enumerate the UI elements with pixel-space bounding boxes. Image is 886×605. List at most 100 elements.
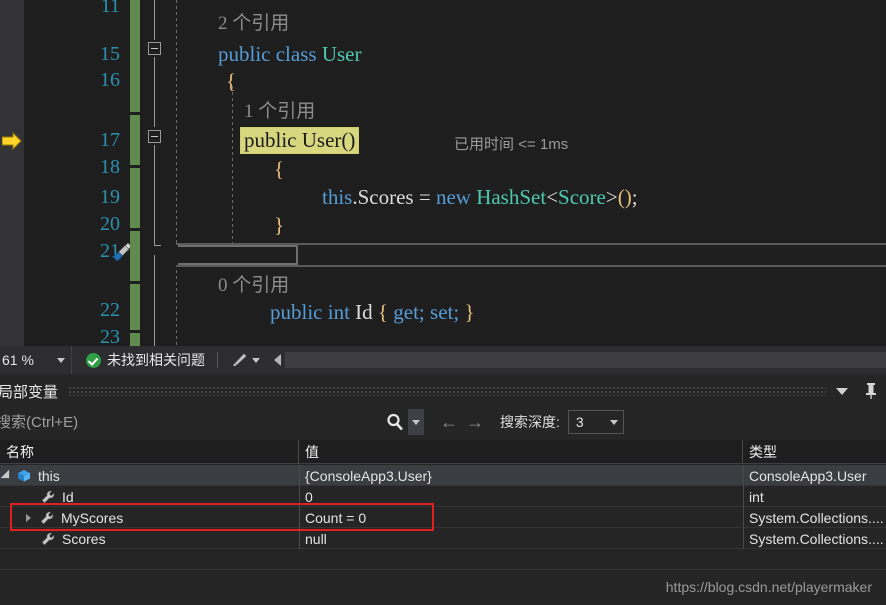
punct-gt: > [605, 185, 618, 209]
keyword-public-class: public class [218, 42, 322, 66]
member-scores: Scores [357, 185, 414, 209]
step-arrow-icon [2, 132, 22, 150]
zoom-level-control[interactable]: 61 % [0, 346, 72, 374]
codelens-reference-count[interactable]: 2 个引用 [218, 14, 289, 34]
code-line-ctor-open-brace: { [274, 157, 285, 181]
magnifier-icon[interactable] [382, 409, 408, 435]
locals-panel: 局部变量 ← → 搜索深度: [0, 374, 886, 605]
search-depth-combo[interactable]: 3 [567, 410, 624, 434]
status-separator [217, 352, 218, 368]
editor-status-bar: 61 % 未找到相关问题 [0, 346, 886, 374]
row-name-text: this [38, 467, 60, 484]
locals-panel-titlebar[interactable]: 局部变量 [0, 378, 886, 404]
scroll-left-arrow-icon[interactable] [274, 354, 281, 366]
outline-collapse-icon[interactable] [148, 42, 161, 55]
row-value-cell[interactable]: 0 [299, 486, 743, 507]
column-header-name[interactable]: 名称 [0, 440, 299, 464]
column-header-type[interactable]: 类型 [743, 440, 886, 464]
table-row-empty [0, 549, 886, 570]
row-name-cell[interactable]: Scores [0, 528, 299, 549]
row-name-text: MyScores [61, 509, 124, 526]
keyword-public: public [270, 300, 328, 324]
property-wrench-icon [41, 532, 55, 545]
row-type-cell: System.Collections.... [749, 509, 884, 526]
line-number: 16 [100, 69, 120, 91]
editor-change-bar [130, 0, 140, 346]
line-number: 23 [100, 326, 120, 346]
editor-indicator-margin[interactable] [0, 0, 24, 346]
type-name-user: User [321, 42, 362, 66]
column-header-value[interactable]: 值 [299, 440, 743, 464]
row-name-cell[interactable]: this [0, 465, 299, 486]
visual-studio-debug-screenshot: 11 15 16 17 18 19 20 21 22 23 2 个引用 publ… [0, 0, 886, 605]
member-id: Id [355, 300, 378, 324]
row-name-text: Scores [62, 530, 106, 547]
expander-collapsed-icon[interactable] [26, 513, 31, 522]
line-number: 22 [100, 299, 120, 321]
type-score: Score [558, 185, 606, 209]
punct-parens: () [617, 185, 632, 209]
locals-grid-header[interactable]: 名称 值 类型 [0, 440, 886, 464]
line-number: 18 [100, 156, 120, 178]
row-name-cell[interactable]: MyScores [0, 507, 299, 528]
keyword-int: int [327, 300, 356, 324]
code-line-property-id: public int Id { get; set; } [270, 301, 475, 323]
keyword-this: this [322, 185, 353, 209]
table-row[interactable]: Id 0 int [0, 486, 886, 507]
row-value-cell[interactable]: null [299, 528, 743, 549]
table-row[interactable]: MyScores Count = 0 System.Collections...… [0, 507, 886, 528]
line-number: 20 [100, 213, 120, 235]
highlighted-constructor-signature: public User() [240, 127, 360, 154]
punct-semicolon: ; [631, 185, 638, 209]
code-line-assignment: this.Scores = new HashSet<Score>(); [322, 186, 638, 208]
outline-collapse-icon[interactable] [148, 130, 161, 143]
chevron-down-icon[interactable] [252, 357, 260, 363]
type-hashset: HashSet [476, 185, 547, 209]
problem-status-text: 未找到相关问题 [107, 352, 205, 368]
brush-icon[interactable] [230, 352, 248, 368]
search-depth-label: 搜索深度: [500, 414, 560, 430]
object-cube-icon [18, 469, 30, 481]
table-row[interactable]: Scores null System.Collections.... [0, 528, 886, 549]
punct-lt: < [546, 185, 559, 209]
elapsed-time-adornment: 已用时间 <= 1ms [454, 136, 569, 153]
codelens-reference-count[interactable]: 0 个引用 [218, 276, 289, 296]
pin-icon[interactable] [864, 382, 878, 400]
chevron-down-icon [412, 419, 420, 425]
scrollbar-track[interactable] [285, 352, 886, 368]
table-row[interactable]: this {ConsoleApp3.User} ConsoleApp3.User [0, 465, 886, 486]
line-number: 15 [100, 43, 120, 65]
keyword-set: set; [424, 300, 460, 324]
search-depth-value: 3 [575, 414, 584, 430]
editor-text-area[interactable]: 2 个引用 public class User { 1 个引用 public U… [170, 0, 886, 346]
arrow-left-icon[interactable]: ← [436, 409, 462, 435]
horizontal-scrollbar[interactable] [270, 346, 886, 374]
search-input[interactable] [0, 409, 382, 435]
locals-panel-toolbar[interactable]: ← → 搜索深度: 3 [0, 406, 886, 438]
code-line-class-open-brace: { [226, 69, 237, 93]
operator-equals: = [413, 185, 436, 209]
chevron-down-icon[interactable] [57, 357, 65, 363]
code-editor[interactable]: 11 15 16 17 18 19 20 21 22 23 2 个引用 publ… [0, 0, 886, 346]
row-name-cell[interactable]: Id [0, 486, 299, 507]
row-type-cell: ConsoleApp3.User [749, 467, 867, 484]
expander-expanded-icon[interactable] [0, 469, 14, 482]
watermark-text: https://blog.csdn.net/playermaker [665, 579, 872, 595]
chevron-down-icon[interactable] [836, 387, 848, 395]
punct-accessor-open: { [377, 300, 394, 324]
collapsed-region-box[interactable] [178, 245, 298, 265]
arrow-right-icon[interactable]: → [462, 409, 488, 435]
code-line-ctor-close-brace: } [274, 213, 285, 237]
search-dropdown-button[interactable] [408, 409, 424, 435]
property-wrench-icon [40, 511, 54, 524]
row-name-text: Id [62, 488, 74, 505]
row-value-cell[interactable]: {ConsoleApp3.User} [299, 465, 743, 486]
row-value-cell[interactable]: Count = 0 [299, 507, 743, 528]
codelens-reference-count[interactable]: 1 个引用 [244, 102, 315, 122]
locals-panel-title: 局部变量 [0, 383, 59, 401]
check-circle-icon [86, 352, 101, 368]
editor-outlining-margin[interactable] [140, 0, 170, 346]
line-number: 11 [100, 0, 120, 17]
punct-accessor-close: } [459, 300, 475, 324]
code-line-class-decl: public class User [218, 43, 361, 65]
